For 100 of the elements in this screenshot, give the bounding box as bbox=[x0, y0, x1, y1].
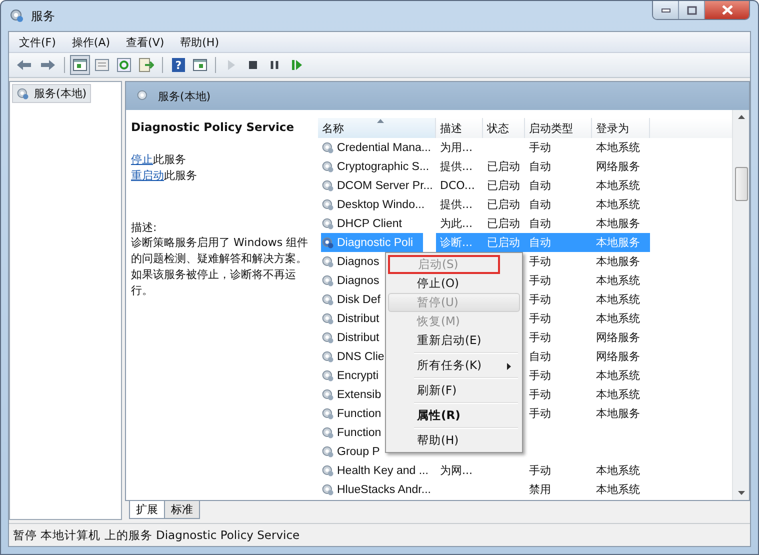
table-cell: 本地系统 bbox=[596, 368, 640, 383]
gear-icon bbox=[321, 388, 335, 402]
gear-icon bbox=[321, 236, 335, 250]
service-name-cell[interactable]: Disk Def bbox=[321, 290, 380, 309]
scroll-up-icon bbox=[738, 115, 744, 119]
table-cell: 本地系统 bbox=[596, 292, 640, 307]
table-cell: 手动 bbox=[529, 273, 551, 288]
context-menu-item[interactable]: 属性(R) bbox=[388, 406, 520, 425]
service-name-cell[interactable]: Health Key and ... bbox=[321, 461, 428, 480]
service-name-cell[interactable]: Group P bbox=[321, 442, 380, 461]
table-cell: 提供... bbox=[440, 159, 472, 174]
gear-icon bbox=[321, 216, 335, 230]
context-menu-item[interactable]: 帮助(H) bbox=[388, 431, 520, 450]
tree-item[interactable]: 服务(本地) bbox=[12, 84, 91, 103]
service-name-cell[interactable]: Desktop Windo... bbox=[321, 195, 425, 214]
service-name-cell[interactable]: Diagnos bbox=[321, 271, 380, 290]
service-name-cell[interactable]: DCOM Server Pr... bbox=[321, 176, 433, 195]
context-menu-item[interactable]: 所有任务(K) bbox=[388, 356, 520, 375]
refresh-button[interactable] bbox=[114, 55, 134, 75]
window-title: 服务 bbox=[31, 8, 55, 24]
table-cell: 手动 bbox=[529, 387, 551, 402]
service-name-cell[interactable]: Distribut bbox=[321, 309, 380, 328]
stop-icon bbox=[248, 60, 258, 70]
scroll-down-icon bbox=[738, 491, 744, 495]
context-menu-item[interactable]: 重新启动(E) bbox=[388, 331, 520, 350]
action-link[interactable]: 停止 bbox=[131, 153, 153, 166]
menu-item[interactable]: 操作(A) bbox=[66, 32, 116, 52]
gear-icon bbox=[321, 368, 335, 382]
column-header[interactable]: 启动类型 bbox=[525, 118, 592, 138]
table-cell: 网络服务 bbox=[596, 349, 640, 364]
tree-button[interactable] bbox=[70, 55, 90, 75]
service-name-cell[interactable]: HlueStacks Andr... bbox=[321, 480, 431, 499]
context-menu-item[interactable]: 停止(O) bbox=[388, 274, 520, 293]
table-cell: 本地系统 bbox=[596, 273, 640, 288]
close-icon bbox=[722, 5, 732, 15]
scroll-thumb[interactable] bbox=[734, 167, 748, 201]
service-name-cell[interactable]: Cryptographic S... bbox=[321, 157, 430, 176]
description-text: 诊断策略服务启用了 Windows 组件的问题检测、疑难解答和解决方案。如果该服务被停止，诊断将不再运行。 bbox=[131, 235, 310, 299]
gear-icon bbox=[321, 292, 335, 306]
status-text: 暂停 本地计算机 上的服务 Diagnostic Policy Service bbox=[13, 528, 300, 542]
action-text: 重启动此服务 bbox=[131, 168, 198, 184]
table-cell: 本地服务 bbox=[596, 235, 640, 250]
menu-item[interactable]: 帮助(H) bbox=[174, 32, 225, 52]
refresh-icon bbox=[117, 58, 131, 72]
sort-arrow-icon bbox=[376, 119, 384, 123]
column-header[interactable]: 状态 bbox=[483, 118, 525, 138]
table-cell: 自动 bbox=[529, 349, 551, 364]
table-cell: 为网... bbox=[440, 463, 472, 478]
table-cell: 自动 bbox=[529, 216, 551, 231]
minimize-icon bbox=[660, 7, 670, 13]
table-cell: 手动 bbox=[529, 463, 551, 478]
action-text: 停止此服务 bbox=[131, 152, 187, 168]
maximize-icon bbox=[686, 6, 696, 14]
table-cell: 诊断... bbox=[440, 235, 472, 250]
panel-title: 服务(本地) bbox=[158, 88, 211, 104]
table-cell: 网络服务 bbox=[596, 159, 640, 174]
service-name-cell[interactable]: DHCP Client bbox=[321, 214, 402, 233]
table-cell: 本地系统 bbox=[596, 140, 640, 155]
service-name-cell[interactable]: Credential Mana... bbox=[321, 138, 431, 157]
export-button[interactable] bbox=[136, 55, 157, 75]
gear-icon bbox=[321, 330, 335, 344]
action-link[interactable]: 重启动 bbox=[131, 169, 164, 182]
table-cell: 手动 bbox=[529, 292, 551, 307]
table-cell: 本地服务 bbox=[596, 216, 640, 231]
gear-icon bbox=[321, 312, 335, 326]
service-name-cell[interactable]: Distribut bbox=[321, 328, 380, 347]
table-cell: 已启动 bbox=[487, 216, 520, 231]
submenu-arrow-icon bbox=[507, 363, 511, 370]
table-cell: 为用... bbox=[440, 140, 472, 155]
table-cell: 本地服务 bbox=[596, 254, 640, 269]
view-tab[interactable]: 标准 bbox=[164, 501, 200, 519]
gear-icon bbox=[321, 198, 335, 212]
menu-item[interactable]: 文件(F) bbox=[13, 32, 62, 52]
table-cell: 自动 bbox=[529, 159, 551, 174]
minimize-button[interactable] bbox=[653, 1, 679, 19]
service-name-cell[interactable]: Encrypti bbox=[321, 366, 379, 385]
service-name-cell[interactable]: Extensib bbox=[321, 385, 382, 404]
service-name-cell[interactable]: Function bbox=[321, 404, 382, 423]
vertical-scrollbar[interactable] bbox=[732, 110, 749, 500]
column-header[interactable]: 名称 bbox=[318, 118, 436, 138]
table-cell: 本地系统 bbox=[596, 387, 640, 402]
context-menu-item[interactable]: 刷新(F) bbox=[388, 381, 520, 400]
column-header[interactable]: 描述 bbox=[436, 118, 483, 138]
service-name-cell[interactable]: Diagnos bbox=[321, 252, 380, 271]
table-cell: 本地系统 bbox=[596, 463, 640, 478]
table-cell: 手动 bbox=[529, 330, 551, 345]
table-cell: 已启动 bbox=[487, 197, 520, 212]
close-button[interactable] bbox=[705, 1, 749, 19]
help-button[interactable]: ? bbox=[168, 55, 188, 75]
gear-icon bbox=[321, 160, 335, 174]
service-name-cell[interactable]: Function bbox=[321, 423, 382, 442]
action-pane-icon bbox=[193, 59, 207, 71]
gear-icon bbox=[136, 89, 150, 103]
gear-icon bbox=[321, 274, 335, 288]
maximize-button[interactable] bbox=[679, 1, 705, 19]
column-header[interactable]: 登录为 bbox=[592, 118, 650, 138]
service-name-cell[interactable]: DNS Clie bbox=[321, 347, 384, 366]
menu-item[interactable]: 查看(V) bbox=[120, 32, 170, 52]
view-tab[interactable]: 扩展 bbox=[129, 501, 165, 519]
table-cell: 自动 bbox=[529, 197, 551, 212]
